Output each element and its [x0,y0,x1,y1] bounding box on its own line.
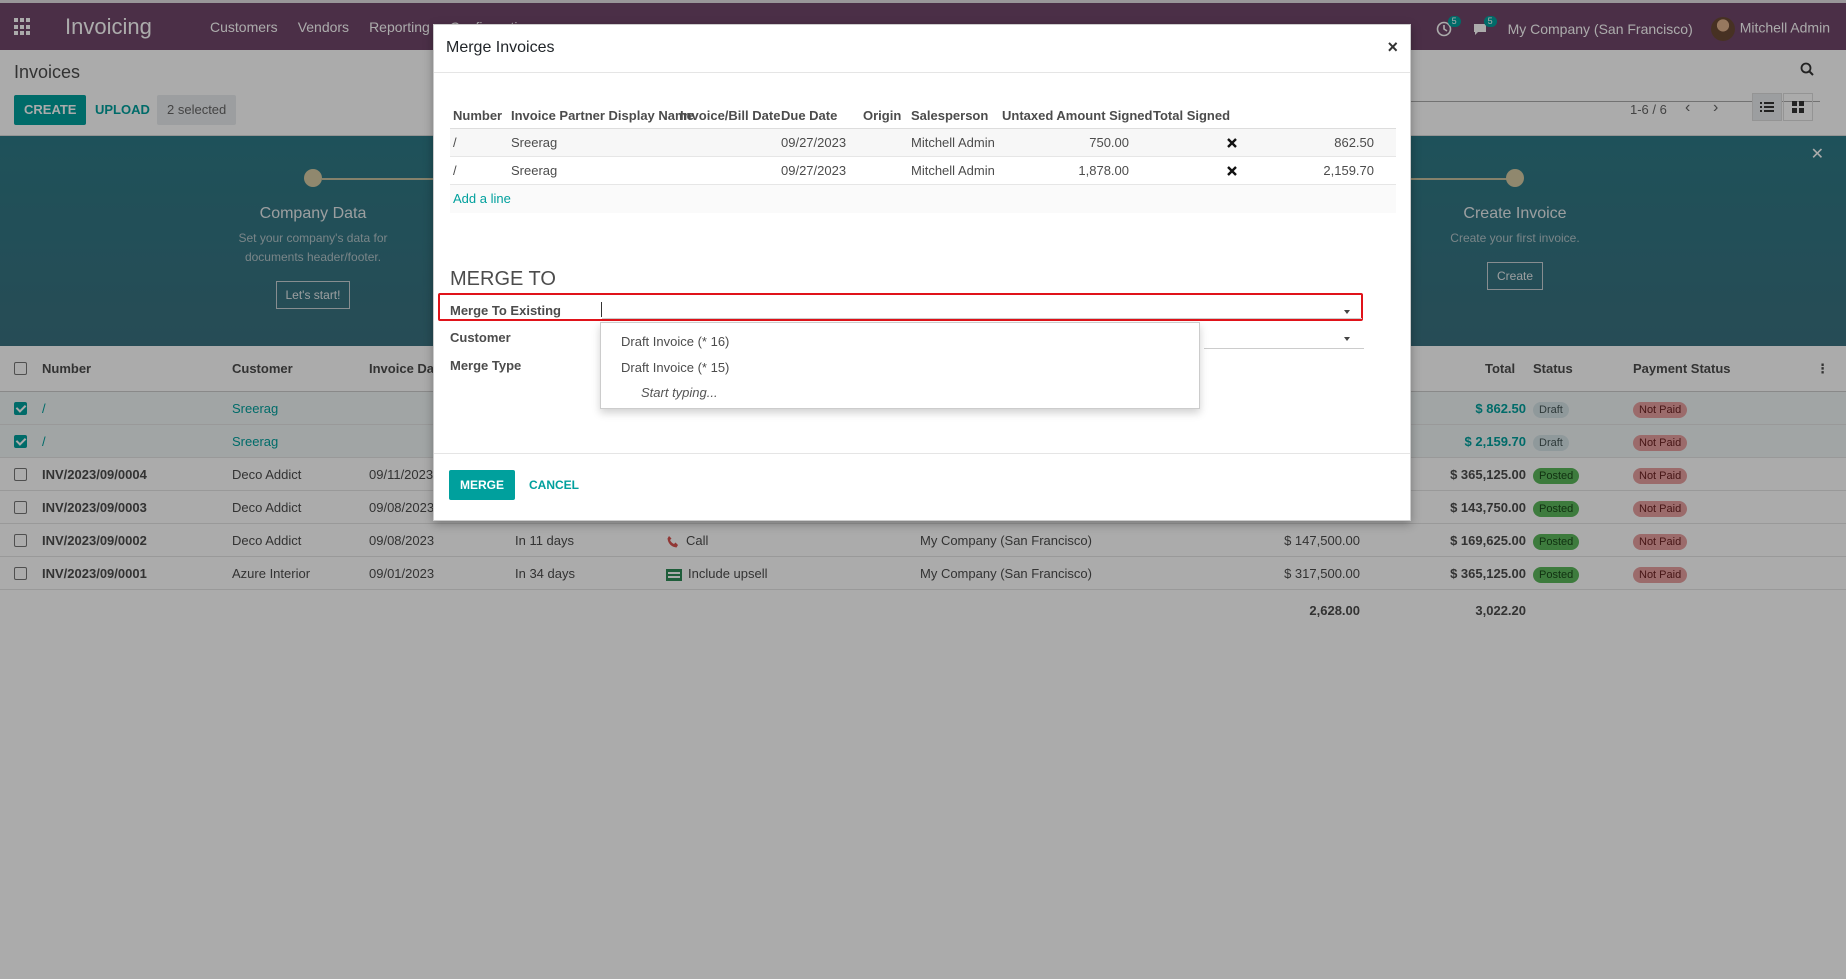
invoice-line[interactable]: / Sreerag 09/27/2023 Mitchell Admin 750.… [450,129,1396,157]
customer-input[interactable] [1204,333,1364,349]
line-number: / [453,163,457,178]
line-partner: Sreerag [511,163,558,178]
line-untaxed: 750.00 [1089,135,1129,150]
line-due-date: 09/27/2023 [781,163,847,178]
col-due-date: Due Date [781,108,838,123]
invoices-table: Number Invoice Partner Display Name Invo… [450,103,1396,213]
line-salesperson: Mitchell Admin [911,135,995,150]
dropdown-option[interactable]: Draft Invoice (* 15) [621,360,729,375]
dropdown-hint: Start typing... [641,385,718,400]
text-cursor [601,302,602,317]
col-invoice-date: Invoice/Bill Date [680,108,781,123]
line-salesperson: Mitchell Admin [911,163,995,178]
merge-to-section-title: MERGE TO [450,268,556,290]
col-origin: Origin [863,108,902,123]
add-line-row: Add a line [450,185,1396,213]
merge-to-existing-label: Merge To Existing [450,303,561,318]
merge-type-label: Merge Type [450,358,522,373]
line-total: 862.50 [1334,135,1374,150]
delete-line-icon[interactable] [1226,165,1238,177]
merge-to-existing-input[interactable] [602,303,1362,319]
invoice-line[interactable]: / Sreerag 09/27/2023 Mitchell Admin 1,87… [450,157,1396,185]
modal-header: Merge Invoices × [434,25,1410,73]
dropdown-option[interactable]: Draft Invoice (* 16) [621,334,729,349]
line-due-date: 09/27/2023 [781,135,847,150]
customer-dropdown-icon[interactable] [1344,337,1350,341]
line-partner: Sreerag [511,135,558,150]
invoices-table-header: Number Invoice Partner Display Name Invo… [450,103,1396,129]
col-number: Number [453,108,503,123]
cancel-button[interactable]: CANCEL [518,470,590,500]
col-salesperson: Salesperson [911,108,989,123]
col-total: Total Signed [1153,108,1231,123]
merge-to-existing-dropdown: Draft Invoice (* 16) Draft Invoice (* 15… [600,322,1200,409]
merge-button[interactable]: MERGE [449,470,516,500]
add-line-link[interactable]: Add a line [453,185,511,213]
line-untaxed: 1,878.00 [1078,163,1129,178]
customer-label: Customer [450,330,511,345]
merge-invoices-dialog: Merge Invoices × Number Invoice Partner … [433,24,1411,521]
col-partner: Invoice Partner Display Name [511,108,694,123]
col-untaxed: Untaxed Amount Signed [1002,108,1153,123]
line-number: / [453,135,457,150]
modal-title: Merge Invoices [446,39,555,56]
close-icon[interactable]: × [1387,37,1398,58]
merge-to-existing-dropdown-icon[interactable] [1344,310,1350,314]
line-total: 2,159.70 [1323,163,1374,178]
modal-footer: MERGE CANCEL [434,453,1410,521]
delete-line-icon[interactable] [1226,137,1238,149]
